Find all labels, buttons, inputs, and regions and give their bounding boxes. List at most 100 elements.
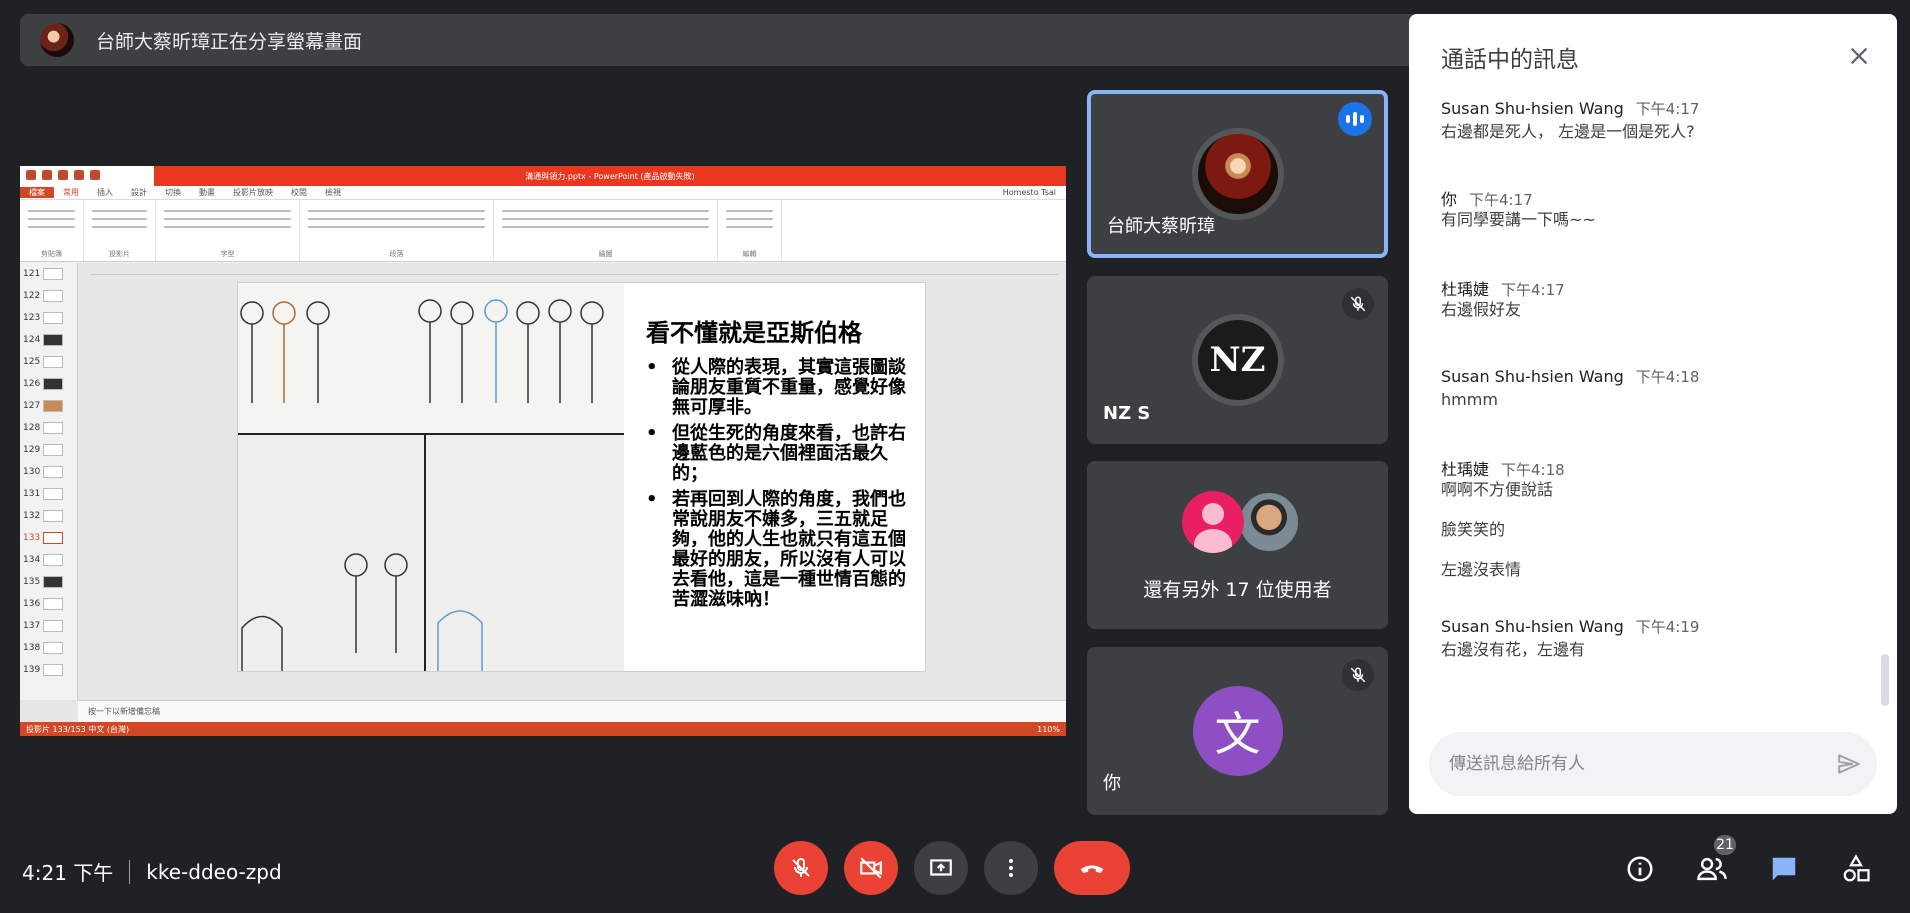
ppt-tab: 常用 [63,188,79,197]
ribbon-group-label: 段落 [389,250,404,258]
more-options-button[interactable] [984,841,1038,895]
slide-bullet: 若再回到人際的角度，我們也常說朋友不嫌多，三五就足夠，他的人生也就只有這五個最好… [646,490,911,610]
chat-message: Susan Shu-hsien Wang 下午4:19 右邊沒有花，左邊有 [1441,616,1867,662]
msg-text: hmmm [1441,390,1498,409]
camera-off-icon [860,857,882,879]
msg-sender: Susan Shu-hsien Wang [1441,99,1624,118]
present-screen-button[interactable] [914,841,968,895]
ppt-tab: 投影片放映 [233,188,273,197]
slide-title: 看不懂就是亞斯伯格 [646,319,862,347]
msg-sender: 杜瑀婕 [1441,460,1490,479]
ppt-quick-access [26,170,100,180]
thumb-row: 129 [20,439,77,461]
msg-text: 右邊沒有花，左邊有 [1441,640,1586,659]
thumb-row: 131 [20,483,77,505]
more-vert-icon [1009,859,1013,877]
slide-bullet: 但從生死的角度來看，也許右邊藍色的是六個裡面活最久的； [646,424,911,484]
participant-tile-nzs[interactable]: NZ NZ S [1087,276,1388,444]
msg-time: 下午4:17 [1635,100,1700,118]
ppt-user: Homesto Tsai [1002,188,1056,197]
participant-tile-presenter[interactable]: 台師大蔡昕璋 [1087,90,1388,258]
meeting-details-button[interactable] [1616,849,1664,889]
toggle-camera-button[interactable] [844,841,898,895]
activities-button[interactable] [1832,849,1880,889]
send-message-button[interactable] [1821,736,1877,792]
slide-thumbnails: 121 122 123 124 125 126 127 128 129 130 … [20,263,78,700]
chat-panel: 通話中的訊息 Susan Shu-hsien Wang 下午4:17 右邊都是死人… [1409,14,1897,814]
comic-drawing [238,283,624,671]
participant-name: 台師大蔡昕璋 [1107,216,1215,237]
ribbon-group-label: 繪圖 [598,250,613,258]
ppt-tab: 切換 [165,188,181,197]
presenter-bar: 台師大蔡昕璋正在分享螢幕畫面 [20,14,1420,66]
close-chat-button[interactable] [1841,38,1877,74]
msg-text: 右邊假好友 [1441,300,1522,319]
slide-comic-image [238,283,624,671]
thumb-row: 122 [20,285,77,307]
ppt-zoom: 110% [1037,724,1060,734]
chat-scrollbar[interactable] [1881,654,1889,706]
speaking-indicator-icon [1338,102,1372,136]
participant-tile-you[interactable]: 文 你 [1087,647,1388,815]
ppt-title-bar: 溝通與領力.pptx - PowerPoint (產品啟動失敗) [20,166,1066,186]
thumb-row: 130 [20,461,77,483]
msg-text: 右邊都是死人， 左邊是一個是死人? [1441,122,1695,141]
presenter-avatar [40,23,74,57]
ppt-tab: 校閱 [291,188,307,197]
chat-message: Susan Shu-hsien Wang 下午4:17 右邊都是死人， 左邊是一個… [1441,98,1867,144]
send-icon [1838,754,1860,774]
ppt-tab: 動畫 [199,188,215,197]
presenter-bar-text: 台師大蔡昕璋正在分享螢幕畫面 [96,30,363,53]
participant-name: NZ S [1103,403,1151,424]
info-icon [1627,856,1653,882]
chat-button[interactable] [1760,849,1808,889]
thumb-row: 128 [20,417,77,439]
thumb-row: 138 [20,637,77,659]
side-controls: 21 [1616,833,1880,889]
thumb-row-active: 133 [20,527,77,549]
comic-divider-v [424,433,426,671]
slide-bullet: 從人際的表現，其實這張圖談論朋友重質不重量，感覺好像無可厚非。 [646,358,911,418]
others-avatars [1182,491,1300,553]
thumb-row: 125 [20,351,77,373]
chat-input-box [1429,732,1877,796]
chat-message: Susan Shu-hsien Wang 下午4:18 hmmm [1441,366,1867,412]
nzs-avatar: NZ [1191,314,1284,406]
thumb-row: 135 [20,571,77,593]
msg-time: 下午4:19 [1635,618,1700,636]
msg-time: 下午4:18 [1635,368,1700,386]
participant-tile-others[interactable]: 還有另外 17 位使用者 [1087,461,1388,629]
ppt-tab: 檔案 [20,187,54,198]
mic-off-icon [1342,288,1374,320]
ppt-status-left: 投影片 133/153 中文 (台灣) [26,724,130,734]
ribbon-group-label: 編輯 [742,250,757,258]
hang-up-icon [1080,865,1104,873]
thumb-row: 126 [20,373,77,395]
msg-sender: 你 [1441,190,1458,209]
ribbon-group: 編輯 [718,200,782,261]
default-user-avatar [1182,491,1244,553]
others-count-text: 還有另外 17 位使用者 [1143,579,1332,601]
toggle-mic-button[interactable] [774,841,828,895]
thumb-row: 134 [20,549,77,571]
msg-sender: Susan Shu-hsien Wang [1441,617,1624,636]
ribbon-group-label: 字型 [220,250,235,258]
people-icon [1697,857,1727,881]
current-time: 4:21 下午 [22,861,114,885]
chat-message-input[interactable] [1449,754,1821,774]
leave-call-button[interactable] [1054,841,1130,895]
thumb-row: 124 [20,329,77,351]
chat-title: 通話中的訊息 [1441,47,1579,73]
participants-button[interactable]: 21 [1688,833,1738,889]
ribbon-group-label: 剪貼簿 [41,250,62,258]
msg-text: 臉笑笑的 [1441,520,1506,539]
mic-off-glyph [1350,667,1366,683]
ppt-status-bar: 投影片 133/153 中文 (台灣) 110% [20,722,1066,736]
you-avatar: 文 [1192,686,1283,776]
ribbon-group: 段落 [300,200,494,261]
thumb-row: 121 [20,263,77,285]
chat-icon [1772,857,1796,881]
chat-message: 你下午4:17 有同學要講一下嗎~~ [1441,186,1867,232]
ppt-tab: 設計 [131,188,147,197]
chat-message: 杜瑀婕 下午4:18 啊啊不方便說話 臉笑笑的 左邊沒表情 [1441,456,1867,582]
